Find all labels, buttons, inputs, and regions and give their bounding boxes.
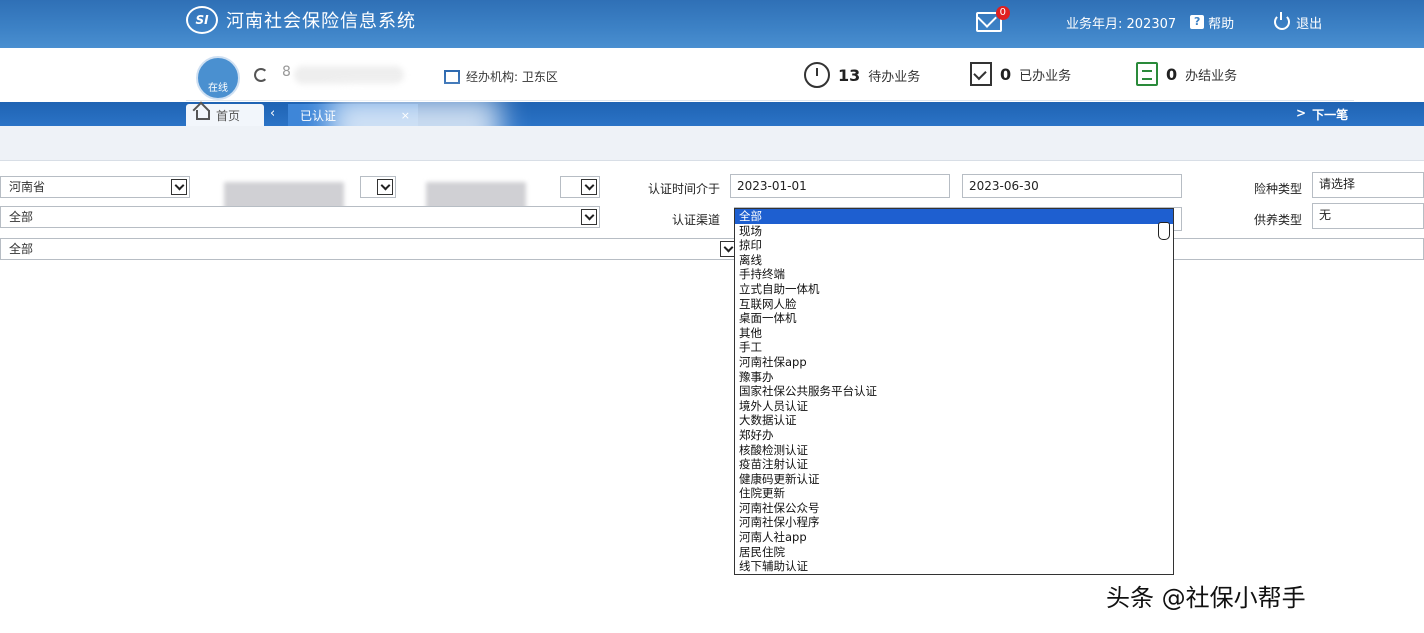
dropdown-option[interactable]: 现场 xyxy=(735,224,1173,239)
help-button[interactable]: ? 帮助 xyxy=(1190,13,1234,32)
dropdown-option[interactable]: 掠印 xyxy=(735,238,1173,253)
support-type-label: 供养类型 xyxy=(1253,213,1302,227)
dropdown-option[interactable]: 国家社保公共服务平台认证 xyxy=(735,384,1173,399)
stat-closed-count: 0 xyxy=(1166,64,1178,84)
document-icon xyxy=(1136,62,1158,86)
row2-value: 全部 xyxy=(9,210,34,224)
agency: 经办机构: 卫东区 xyxy=(444,68,558,85)
insurance-type-label: 险种类型 xyxy=(1253,182,1302,196)
chevron-down-icon xyxy=(377,179,393,195)
auth-channel-label: 认证渠道 xyxy=(671,213,720,227)
dropdown-option[interactable]: 河南人社app xyxy=(735,530,1173,545)
mail-badge: 0 xyxy=(995,6,1010,20)
dropdown-option[interactable]: 互联网人脸 xyxy=(735,297,1173,312)
power-icon xyxy=(1274,12,1291,30)
system-title: 河南社会保险信息系统 xyxy=(226,11,416,32)
dropdown-option[interactable]: 健康码更新认证 xyxy=(735,472,1173,487)
row3-value: 全部 xyxy=(9,242,34,256)
date-start-input[interactable]: 2023-01-01 xyxy=(730,174,950,198)
dropdown-option[interactable]: 疫苗注射认证 xyxy=(735,457,1173,472)
dropdown-option[interactable]: 其他 xyxy=(735,326,1173,341)
chevron-down-icon xyxy=(171,179,187,195)
chevron-down-icon xyxy=(581,179,597,195)
next-record-label: 下一笔 xyxy=(1312,108,1349,122)
top-header: SI 河南社会保险信息系统 0 业务年月: 202307 ? 帮助 退出 xyxy=(0,0,1424,48)
user-info-bar: 在线 8 经办机构: 卫东区 13 待办业务 0 已办业务 0 办结业务 xyxy=(186,48,1354,101)
city-select-arrow[interactable] xyxy=(360,176,396,198)
date-end-input[interactable]: 2023-06-30 xyxy=(962,174,1182,198)
business-month: 业务年月: 202307 xyxy=(1066,16,1177,32)
dropdown-option[interactable]: 住院更新 xyxy=(735,486,1173,501)
dropdown-option[interactable]: 郑好办 xyxy=(735,428,1173,443)
auth-time-label: 认证时间介于 xyxy=(647,182,720,196)
row2-select[interactable]: 全部 xyxy=(0,206,600,228)
avatar-status: 在线 xyxy=(208,83,228,94)
top-right-tools: 0 业务年月: 202307 ? 帮助 退出 xyxy=(976,6,1323,32)
row3-select-tail xyxy=(1172,238,1424,260)
stat-done[interactable]: 0 已办业务 xyxy=(970,62,1071,86)
province-value: 河南省 xyxy=(9,180,46,194)
hand-cursor-icon xyxy=(1158,222,1170,240)
dropdown-option[interactable]: 桌面一体机 xyxy=(735,311,1173,326)
tab-home-label: 首页 xyxy=(216,108,241,123)
auth-channel-dropdown[interactable]: 全部 现场 掠印 离线 手持终端 立式自助一体机 互联网人脸 桌面一体机 其他 手工 河南社保app… xyxy=(734,208,1174,575)
stat-pending-count: 13 xyxy=(838,65,861,85)
stat-done-label: 已办业务 xyxy=(1019,68,1072,84)
stat-closed[interactable]: 0 办结业务 xyxy=(1136,62,1237,86)
support-type-select[interactable]: 无 xyxy=(1312,203,1424,229)
dropdown-option[interactable]: 立式自助一体机 xyxy=(735,282,1173,297)
dropdown-option[interactable]: 大数据认证 xyxy=(735,413,1173,428)
user-name: 8 xyxy=(282,64,291,80)
chevron-down-icon xyxy=(581,209,597,225)
brand: SI 河南社会保险信息系统 xyxy=(186,6,416,34)
stat-closed-label: 办结业务 xyxy=(1185,68,1238,84)
agency-label: 经办机构: 卫东区 xyxy=(466,70,558,84)
stat-done-count: 0 xyxy=(1000,64,1012,84)
dropdown-option[interactable]: 河南社保小程序 xyxy=(735,515,1173,530)
dropdown-option[interactable]: 手持终端 xyxy=(735,267,1173,282)
refresh-icon[interactable] xyxy=(254,68,268,82)
tab-bar: 首页 ‹ 已认证 × > 下一笔 xyxy=(0,102,1424,126)
logout-button[interactable]: 退出 xyxy=(1274,12,1323,32)
dropdown-option[interactable]: 离线 xyxy=(735,253,1173,268)
home-icon xyxy=(196,110,210,120)
user-name-blur xyxy=(294,66,404,84)
district-select-arrow[interactable] xyxy=(560,176,600,198)
help-label: 帮助 xyxy=(1208,16,1235,32)
next-record-button[interactable]: > 下一笔 xyxy=(1296,106,1348,123)
help-icon: ? xyxy=(1190,15,1205,29)
insurance-type-select[interactable]: 请选择 xyxy=(1312,172,1424,198)
clock-icon xyxy=(804,62,830,88)
stat-pending[interactable]: 13 待办业务 xyxy=(804,62,920,88)
agency-icon xyxy=(444,69,460,84)
row3-select[interactable]: 全部 xyxy=(0,238,740,260)
dropdown-option[interactable]: 全部 xyxy=(735,209,1173,224)
dropdown-option[interactable]: 核酸检测认证 xyxy=(735,443,1173,458)
tab-home[interactable]: 首页 xyxy=(186,104,264,126)
chevron-right-icon: > xyxy=(1296,106,1307,120)
dropdown-option[interactable]: 河南社保公众号 xyxy=(735,501,1173,516)
tab-scroll-left-icon[interactable]: ‹ xyxy=(270,106,275,121)
logout-label: 退出 xyxy=(1296,16,1323,32)
toolbar-strip xyxy=(0,126,1424,161)
dropdown-option[interactable]: 豫事办 xyxy=(735,370,1173,385)
logo-text: SI xyxy=(195,13,209,27)
mail-icon[interactable]: 0 xyxy=(976,6,1010,32)
dropdown-option[interactable]: 境外人员认证 xyxy=(735,399,1173,414)
dropdown-option[interactable]: 手工 xyxy=(735,340,1173,355)
dropdown-option[interactable]: 河南社保app xyxy=(735,355,1173,370)
watermark: 头条 @社保小帮手 xyxy=(1106,584,1306,612)
stat-pending-label: 待办业务 xyxy=(868,69,921,85)
dropdown-option[interactable]: 线下辅助认证 xyxy=(735,559,1173,574)
filter-panel: 河南省 认证时间介于 2023-01-01 2023-06-30 险种类型 请选… xyxy=(0,160,1424,270)
avatar[interactable]: 在线 xyxy=(196,56,240,100)
checklist-icon xyxy=(970,62,992,86)
province-select[interactable]: 河南省 xyxy=(0,176,190,198)
si-logo-icon: SI xyxy=(186,6,218,34)
dropdown-option[interactable]: 居民住院 xyxy=(735,545,1173,560)
